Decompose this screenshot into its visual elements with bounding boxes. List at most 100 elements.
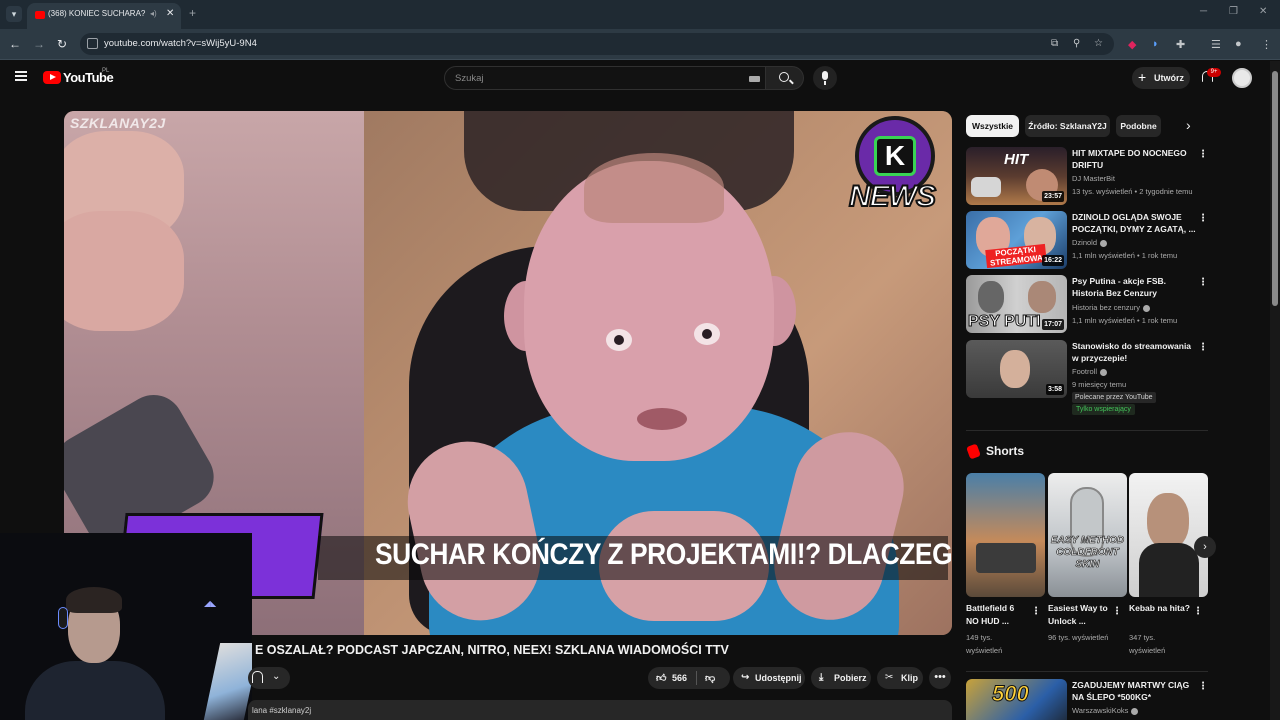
browser-tab-active[interactable]: (368) KONIEC SUCHARA? R ◂) ✕ xyxy=(27,3,181,29)
more-options-icon[interactable]: ⋮ xyxy=(1193,606,1203,617)
more-options-icon[interactable]: ⋮ xyxy=(1198,342,1208,353)
keyboard-icon[interactable] xyxy=(749,76,760,82)
recommendation-title[interactable]: Psy Putina - akcje FSB. Historia Bez Cen… xyxy=(1072,275,1196,299)
tab-audio-icon[interactable]: ◂) xyxy=(150,9,157,18)
video-person-mouth xyxy=(637,408,687,430)
minimize-button[interactable]: ─ xyxy=(1200,6,1207,17)
thumbs-up-icon[interactable]: 👍︎ xyxy=(656,672,666,684)
chip-all[interactable]: Wszystkie xyxy=(966,115,1019,137)
more-options-icon[interactable]: ⋮ xyxy=(1198,149,1208,160)
short-title[interactable]: Easiest Way to Unlock ... xyxy=(1048,602,1110,628)
recommendation-title[interactable]: HIT MIXTAPE DO NOCNEGO DRIFTU xyxy=(1072,147,1196,171)
more-options-icon[interactable]: ⋮ xyxy=(1198,213,1208,224)
country-code: PL xyxy=(102,68,110,74)
recommendation-meta: 9 miesięcy temu xyxy=(1072,380,1127,389)
short-title[interactable]: Kebab na hita? xyxy=(1129,602,1191,615)
site-info-icon[interactable] xyxy=(87,38,98,49)
recommendation-item[interactable]: HIT 23:57 HIT MIXTAPE DO NOCNEGO DRIFTU … xyxy=(966,147,1208,207)
recommendation-meta: 13 tys. wyświetleń • 2 tygodnie temu xyxy=(1072,187,1193,196)
recommendation-title[interactable]: ZGADUJEMY MARTWY CIĄG NA ŚLEPO *500KG* xyxy=(1072,679,1196,703)
reading-list-icon[interactable]: ☰ xyxy=(1211,38,1221,51)
new-tab-button[interactable]: + xyxy=(189,6,196,20)
extension-blue-icon[interactable]: ◗ xyxy=(1152,38,1159,50)
video-thumbnail[interactable]: HIT 23:57 xyxy=(966,147,1067,205)
thumbnail-face xyxy=(978,281,1004,313)
youtube-logo-icon[interactable] xyxy=(43,71,61,84)
shorts-title: Shorts xyxy=(986,444,1025,458)
shorts-next-chevron-icon[interactable]: › xyxy=(1194,536,1216,558)
share-button[interactable]: ↪ Udostępnij xyxy=(733,667,805,689)
thumbnail-500-text: 500 xyxy=(992,681,1030,707)
tab-search-button[interactable]: ▾ xyxy=(6,6,22,22)
channel-name: Dzinold xyxy=(1072,238,1098,247)
recommendation-channel[interactable]: Footroll xyxy=(1072,367,1108,376)
more-options-icon[interactable]: ⋮ xyxy=(1031,606,1041,617)
like-dislike-button[interactable]: 👍︎ 566 👎︎ xyxy=(648,667,730,689)
tab-close-icon[interactable]: ✕ xyxy=(166,8,174,19)
search-placeholder: Szukaj xyxy=(455,73,484,84)
restore-button[interactable]: ❐ xyxy=(1229,6,1238,17)
browser-menu-icon[interactable]: ⋮ xyxy=(1261,38,1272,51)
recommendation-item[interactable]: PSY PUTI 17:07 Psy Putina - akcje FSB. H… xyxy=(966,275,1208,335)
voice-search-mic-icon[interactable] xyxy=(813,66,837,90)
recommendation-item[interactable]: POCZĄTKI STREAMOWA 16:22 DZINOLD OGLĄDA … xyxy=(966,211,1208,271)
recommendation-channel[interactable]: Historia bez cenzury xyxy=(1072,303,1150,312)
video-duration: 17:07 xyxy=(1042,319,1064,330)
download-button[interactable]: ⤓ Pobierz xyxy=(811,667,871,689)
webcam-person-hair xyxy=(66,587,122,613)
page-scrollbar[interactable] xyxy=(1270,61,1280,720)
video-cushion xyxy=(64,211,184,331)
recommendation-channel[interactable]: DJ MasterBit xyxy=(1072,174,1115,183)
recommendation-channel[interactable]: Dzinold xyxy=(1072,238,1108,247)
video-thumbnail[interactable]: POCZĄTKI STREAMOWA 16:22 xyxy=(966,211,1067,269)
video-thumbnail[interactable]: PSY PUTI 17:07 xyxy=(966,275,1067,333)
url-text[interactable]: youtube.com/watch?v=sWij5yU-9N4 xyxy=(104,38,257,49)
search-button[interactable] xyxy=(766,66,804,90)
short-thumbnail[interactable] xyxy=(1129,473,1208,597)
profile-icon[interactable]: ● xyxy=(1235,38,1242,50)
video-thumbnail[interactable]: 3:58 xyxy=(966,340,1067,398)
short-title[interactable]: Battlefield 6 NO HUD ... xyxy=(966,602,1028,628)
recommendation-meta: 1,1 mln wyświetleń • 1 rok temu xyxy=(1072,251,1178,260)
create-button[interactable]: + Utwórz xyxy=(1132,67,1190,89)
subscription-bell-button[interactable]: ⌄ xyxy=(248,667,290,689)
extension-red-icon[interactable]: ◆ xyxy=(1128,38,1136,51)
verified-icon xyxy=(1100,368,1108,376)
account-avatar[interactable] xyxy=(1232,68,1252,88)
page-scrollbar-thumb[interactable] xyxy=(1272,71,1278,306)
close-window-button[interactable]: ✕ xyxy=(1259,6,1267,17)
bookmark-star-icon[interactable]: ☆ xyxy=(1094,38,1103,49)
back-arrow-icon[interactable]: ← xyxy=(9,37,21,51)
description-box[interactable]: lana #szklanay2j xyxy=(248,700,952,720)
recommendation-title[interactable]: Stanowisko do streamowania w przyczepie! xyxy=(1072,340,1196,364)
forward-arrow-icon[interactable]: → xyxy=(33,37,45,51)
menu-hamburger-icon[interactable] xyxy=(15,71,27,81)
youtube-header: YouTube PL Szukaj + Utwórz 9+ xyxy=(0,61,1268,95)
search-input[interactable]: Szukaj xyxy=(444,66,766,90)
video-thumbnail[interactable]: 500 xyxy=(966,679,1067,720)
install-app-icon[interactable]: ⧉ xyxy=(1051,38,1058,49)
recommendation-item[interactable]: 3:58 Stanowisko do streamowania w przycz… xyxy=(966,340,1208,418)
chip-source[interactable]: Źródło: SzklanaY2J xyxy=(1025,115,1110,137)
recommendation-item[interactable]: 500 ZGADUJEMY MARTWY CIĄG NA ŚLEPO *500K… xyxy=(966,679,1208,720)
verified-icon xyxy=(1100,239,1108,247)
chips-next-chevron-icon[interactable]: › xyxy=(1186,117,1191,133)
zoom-icon[interactable]: ⚲ xyxy=(1073,38,1080,49)
address-bar[interactable]: youtube.com/watch?v=sWij5yU-9N4 ⧉ ⚲ ☆ xyxy=(80,33,1114,55)
clip-button[interactable]: ✂ Klip xyxy=(877,667,923,689)
more-actions-button[interactable]: ••• xyxy=(929,667,951,689)
short-thumbnail[interactable] xyxy=(966,473,1045,597)
video-duration: 3:58 xyxy=(1045,384,1064,395)
reload-icon[interactable]: ↻ xyxy=(57,37,67,51)
thumbnail-vehicle xyxy=(976,543,1036,573)
more-options-icon[interactable]: ⋮ xyxy=(1198,277,1208,288)
recommendation-channel[interactable]: WarszawskiKoks xyxy=(1072,706,1139,715)
more-options-icon[interactable]: ⋮ xyxy=(1112,606,1122,617)
clip-label: Klip xyxy=(901,673,918,683)
recommendation-title[interactable]: DZINOLD OGLĄDA SWOJE POCZĄTKI, DYMY Z AG… xyxy=(1072,211,1196,235)
extensions-puzzle-icon[interactable]: ✚ xyxy=(1176,38,1185,51)
thumbs-down-icon[interactable]: 👎︎ xyxy=(705,672,715,684)
short-thumbnail[interactable]: EASY METHOD COLDFRONT SKIN xyxy=(1048,473,1127,597)
more-options-icon[interactable]: ⋮ xyxy=(1198,681,1208,692)
chip-related[interactable]: Podobne xyxy=(1116,115,1161,137)
